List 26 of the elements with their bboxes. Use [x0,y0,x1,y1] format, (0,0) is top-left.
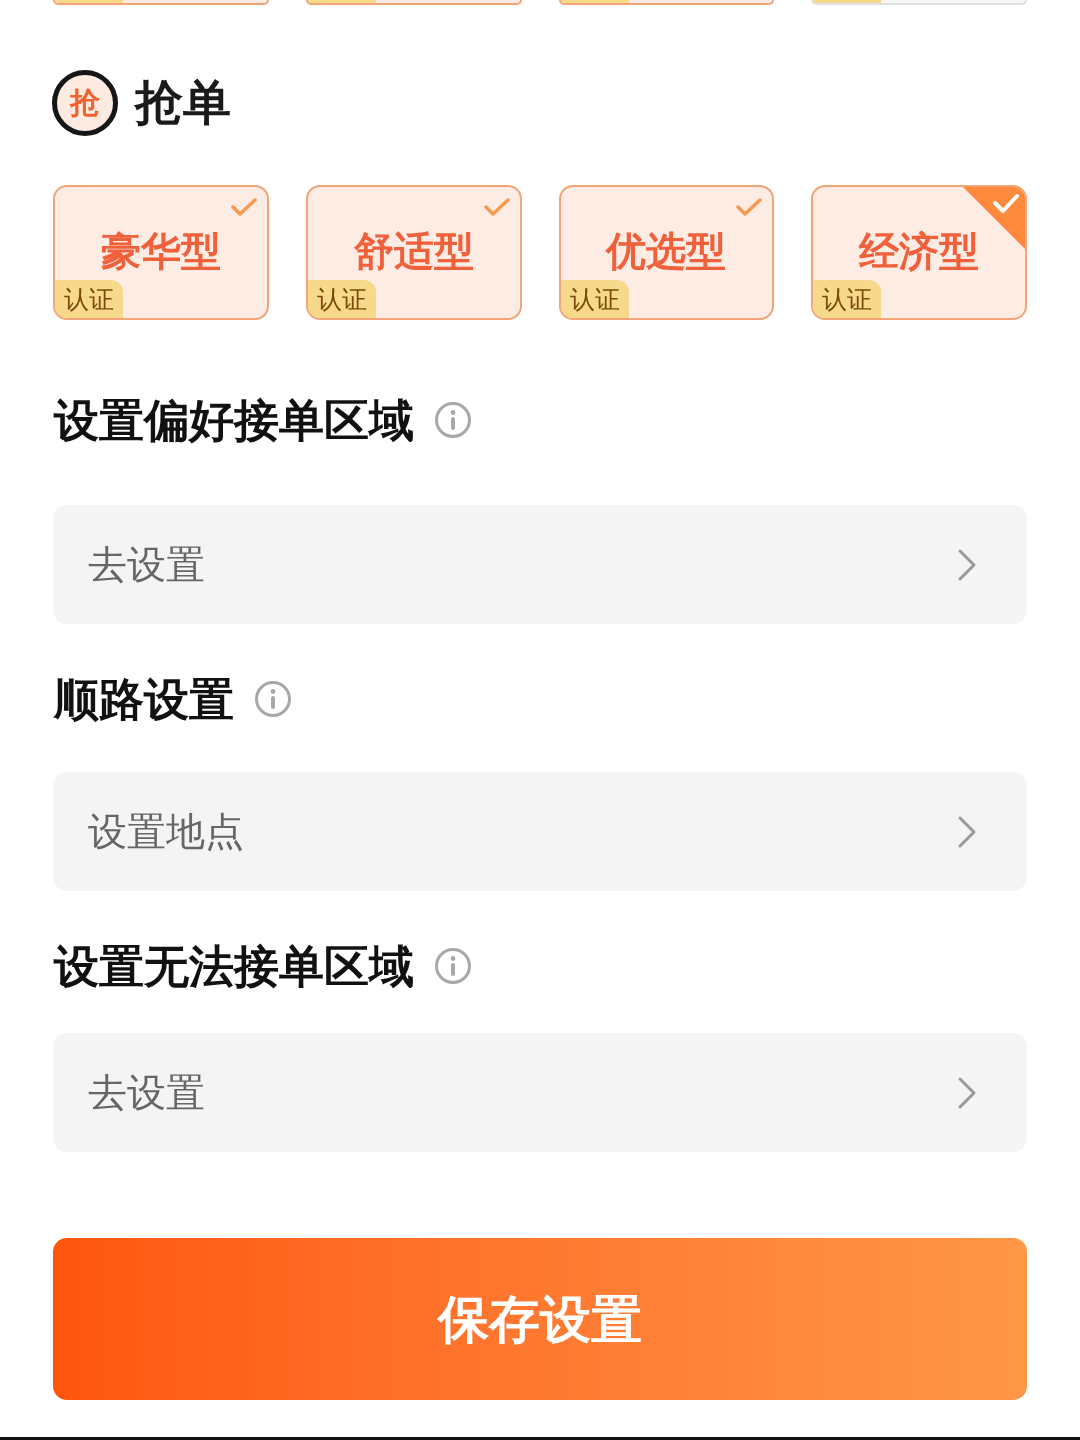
chevron-right-icon [957,814,977,849]
section-title: 抢单 [135,79,231,127]
certified-badge: 认证 [813,280,882,318]
certified-badge: 认证 [55,280,123,318]
info-icon[interactable] [434,947,472,985]
setting-heading: 顺路设置 [54,676,234,722]
setting-heading: 设置无法接单区域 [54,943,414,989]
car-type-label: 经济型 [859,230,980,271]
setting-row[interactable]: 设置地点 [53,772,1027,891]
chevron-right-icon [957,547,977,582]
certified-badge: 认证 [560,280,629,318]
car-type-label: 优选型 [606,230,727,271]
grab-order-badge: 抢 [52,70,118,136]
setting-row[interactable]: 去设置 [53,505,1027,624]
car-type-card[interactable]: 优选型 认证 [558,185,775,320]
car-type-card[interactable]: 经济型 认证 [811,185,1027,320]
chevron-right-icon [957,1075,977,1110]
car-type-card[interactable]: 豪华型 认证 [53,185,269,320]
certified-badge: 认证 [307,280,376,318]
car-type-label: 豪华型 [100,230,221,271]
setting-row[interactable]: 去设置 [53,1033,1027,1152]
car-type-label: 舒适型 [353,230,474,271]
info-icon[interactable] [254,680,292,718]
info-icon[interactable] [434,401,472,439]
setting-heading: 设置偏好接单区域 [54,397,414,443]
car-type-card[interactable]: 舒适型 认证 [305,185,522,320]
